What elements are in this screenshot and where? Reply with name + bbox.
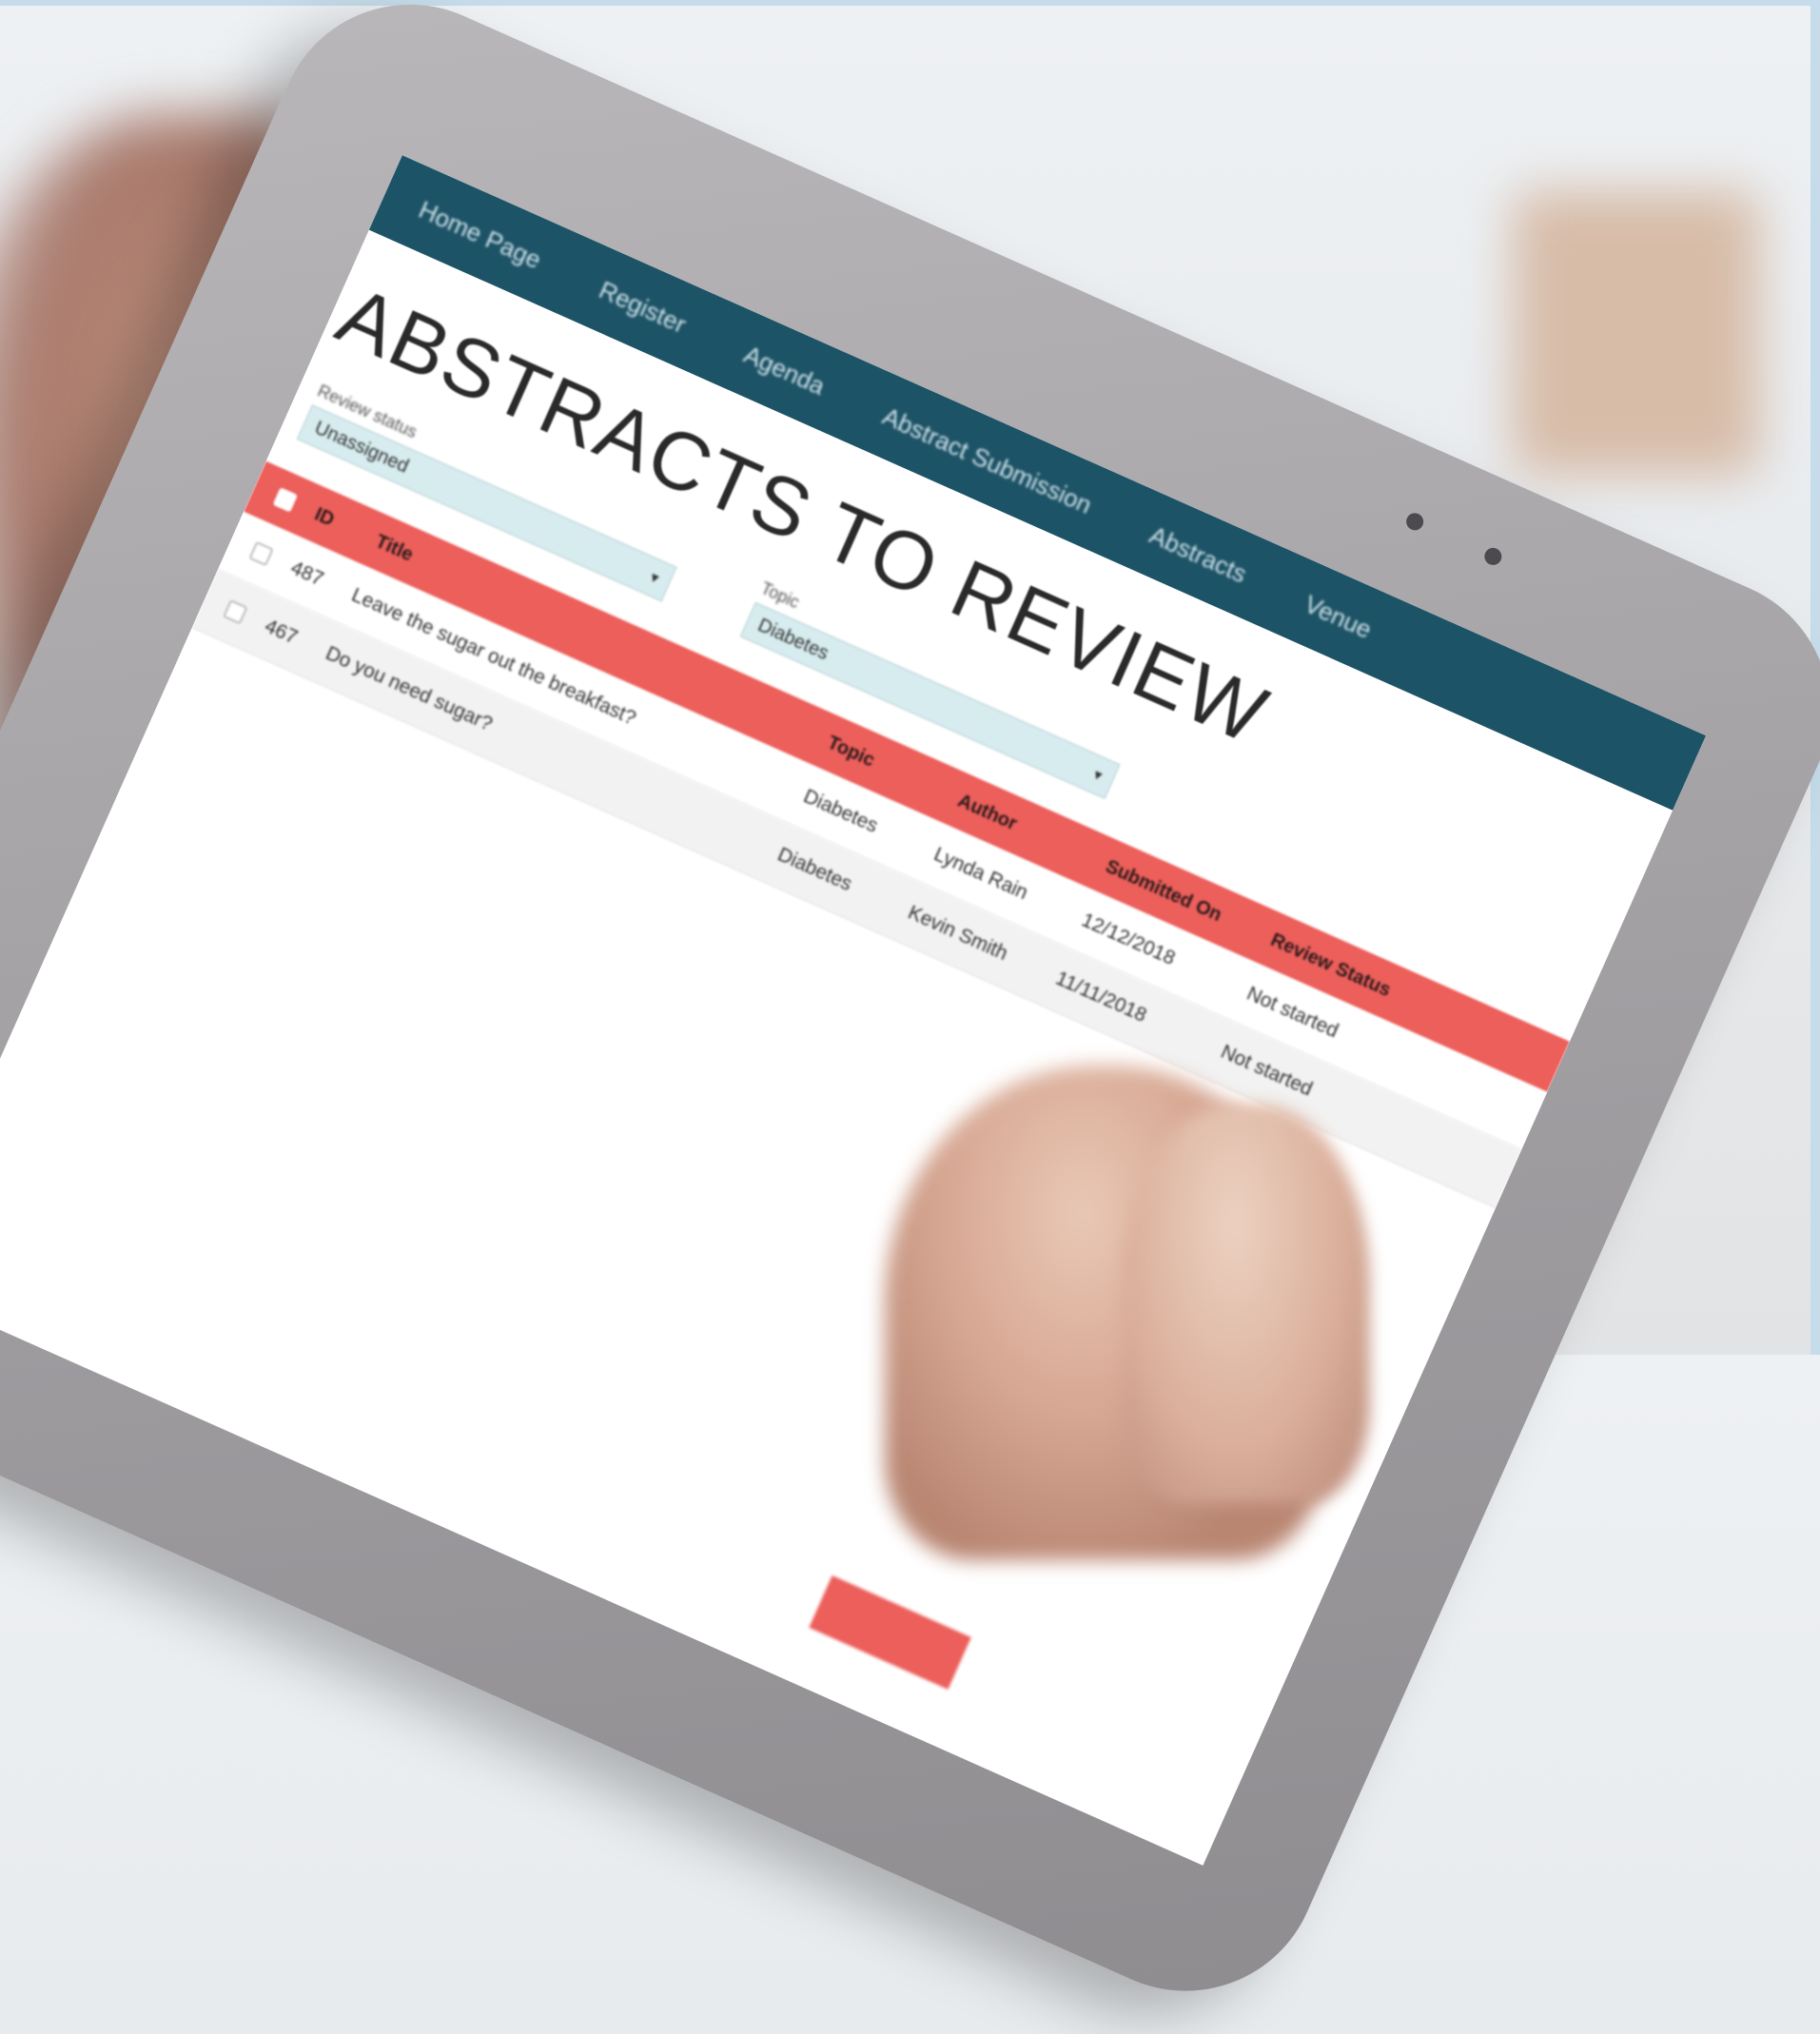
row-checkbox[interactable] bbox=[223, 599, 248, 625]
action-button[interactable] bbox=[809, 1574, 971, 1690]
chevron-down-icon: ▾ bbox=[1090, 766, 1105, 785]
nav-item-agenda[interactable]: Agenda bbox=[739, 340, 830, 401]
nav-item-home[interactable]: Home Page bbox=[415, 195, 546, 275]
nav-item-register[interactable]: Register bbox=[595, 275, 691, 340]
chevron-down-icon: ▾ bbox=[647, 569, 661, 588]
row-checkbox[interactable] bbox=[248, 540, 274, 567]
tablet-camera bbox=[1403, 510, 1427, 534]
row-id: 487 bbox=[287, 557, 327, 591]
nav-item-venue[interactable]: Venue bbox=[1301, 589, 1377, 644]
row-id: 467 bbox=[261, 615, 302, 649]
thumb bbox=[1123, 1104, 1370, 1503]
tablet-screen: Home Page Register Agenda Abstract Submi… bbox=[0, 155, 1707, 1866]
nav-item-abstract-submission[interactable]: Abstract Submission bbox=[878, 401, 1097, 520]
nav-item-abstracts[interactable]: Abstracts bbox=[1145, 519, 1251, 588]
header-id[interactable]: ID bbox=[311, 503, 381, 550]
tablet-sensor bbox=[1481, 545, 1505, 568]
blurred-background-object bbox=[1513, 190, 1760, 476]
top-border bbox=[0, 0, 1820, 6]
select-all-checkbox[interactable] bbox=[272, 487, 299, 513]
